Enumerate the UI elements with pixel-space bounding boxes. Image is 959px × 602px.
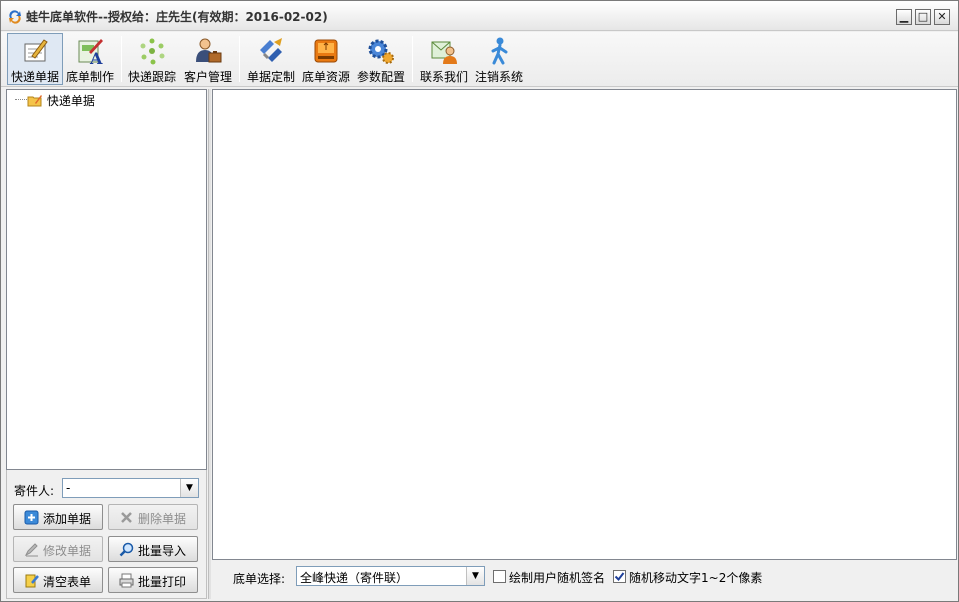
chevron-down-icon[interactable]: ▼ (180, 479, 198, 497)
bottom-options-bar: 底单选择: 全峰快递（寄件联） ▼ 绘制用户随机签名 随机移动文字1~2个像素 (212, 560, 957, 599)
toolbar-label: 单据定制 (246, 70, 295, 84)
toolbar-separator (412, 36, 413, 82)
panel-splitter[interactable] (208, 89, 211, 599)
edit-form-button[interactable]: 修改单据 (13, 536, 103, 562)
chevron-down-icon[interactable]: ▼ (466, 567, 484, 585)
resource-icon (314, 39, 338, 63)
window-title: 蛙牛底单软件--授权给：庄先生(有效期：2016-02-02) (26, 10, 328, 24)
logout-icon (491, 37, 508, 65)
toolbar-express-form[interactable]: 快递单据 (7, 33, 63, 85)
minimize-button[interactable]: ▁ (896, 9, 912, 25)
toolbar-label: 底单资源 (301, 70, 350, 84)
toolbar-settings[interactable]: 参数配置 (354, 33, 408, 85)
close-icon: ✕ (937, 10, 947, 23)
delete-form-label: 删除单据 (138, 512, 187, 526)
batch-print-label: 批量打印 (138, 575, 187, 589)
toolbar-separator (121, 36, 122, 82)
form-custom-icon (260, 38, 282, 62)
tracking-icon (140, 38, 165, 65)
add-form-button[interactable]: 添加单据 (13, 504, 103, 530)
toolbar-resource[interactable]: 底单资源 (299, 33, 353, 85)
toolbar-label: 快递跟踪 (127, 70, 176, 84)
random-move-label[interactable]: 随机移动文字1~2个像素 (629, 569, 762, 586)
batch-import-label: 批量导入 (138, 544, 187, 558)
close-button[interactable]: ✕ (934, 9, 950, 25)
toolbar-label: 客户管理 (183, 70, 232, 84)
preview-area[interactable] (212, 89, 957, 560)
search-icon (119, 542, 134, 557)
add-icon (24, 510, 39, 525)
title-bar[interactable]: 蛙牛底单软件--授权给：庄先生(有效期：2016-02-02) ▁ □ ✕ (1, 1, 958, 31)
express-form-icon (24, 39, 48, 62)
app-logo-icon (9, 10, 21, 24)
delete-icon (121, 512, 132, 523)
maximize-button[interactable]: □ (915, 9, 931, 25)
template-select-value: 全峰快递（寄件联） (300, 571, 409, 585)
document-tree[interactable]: 快递单据 (6, 89, 207, 470)
toolbar-label: 注销系统 (474, 70, 523, 84)
contact-icon (431, 41, 457, 64)
app-window: 蛙牛底单软件--授权给：庄先生(有效期：2016-02-02) ▁ □ ✕ 快递… (0, 0, 959, 602)
tree-item-express-forms[interactable]: 快递单据 (27, 92, 95, 109)
delete-form-button[interactable]: 删除单据 (108, 504, 198, 530)
toolbar-template-make[interactable]: A 底单制作 (63, 33, 117, 85)
toolbar-form-custom[interactable]: 单据定制 (244, 33, 298, 85)
folder-pen-icon (27, 95, 42, 107)
toolbar-label: 快递单据 (10, 70, 59, 84)
edit-form-label: 修改单据 (43, 544, 92, 558)
customer-icon (196, 38, 222, 63)
edit-icon (24, 543, 38, 557)
toolbar-label: 底单制作 (65, 70, 114, 84)
sender-label: 寄件人: (14, 484, 55, 498)
batch-print-button[interactable]: 批量打印 (108, 567, 198, 593)
random-signature-label[interactable]: 绘制用户随机签名 (509, 569, 605, 586)
template-select-label: 底单选择: (233, 572, 286, 586)
add-form-label: 添加单据 (43, 512, 92, 526)
toolbar-customer[interactable]: 客户管理 (181, 33, 235, 85)
main-toolbar: 快递单据 A 底单制作 快递跟踪 客户管理 单据定制 底单资源 参数配置 联系我… (1, 32, 958, 87)
toolbar-tracking[interactable]: 快递跟踪 (125, 33, 179, 85)
gear-icon (368, 39, 394, 64)
sender-value: - (66, 481, 71, 495)
clear-form-label: 清空表单 (43, 575, 92, 589)
template-select[interactable]: 全峰快递（寄件联） ▼ (296, 566, 485, 586)
sender-select[interactable]: - ▼ (62, 478, 199, 498)
template-make-icon: A (78, 39, 103, 66)
toolbar-label: 参数配置 (356, 70, 405, 84)
clear-icon (25, 574, 39, 588)
batch-import-button[interactable]: 批量导入 (108, 536, 198, 562)
maximize-icon: □ (917, 10, 929, 23)
random-move-checkbox[interactable] (613, 570, 626, 583)
toolbar-separator (239, 36, 240, 82)
minimize-icon: ▁ (899, 10, 909, 23)
checkmark-icon (614, 572, 625, 582)
tree-item-label: 快递单据 (46, 94, 95, 108)
clear-form-button[interactable]: 清空表单 (13, 567, 103, 593)
toolbar-contact[interactable]: 联系我们 (417, 33, 471, 85)
toolbar-label: 联系我们 (419, 70, 468, 84)
print-icon (119, 573, 134, 588)
toolbar-logout[interactable]: 注销系统 (472, 33, 526, 85)
random-signature-checkbox[interactable] (493, 570, 506, 583)
